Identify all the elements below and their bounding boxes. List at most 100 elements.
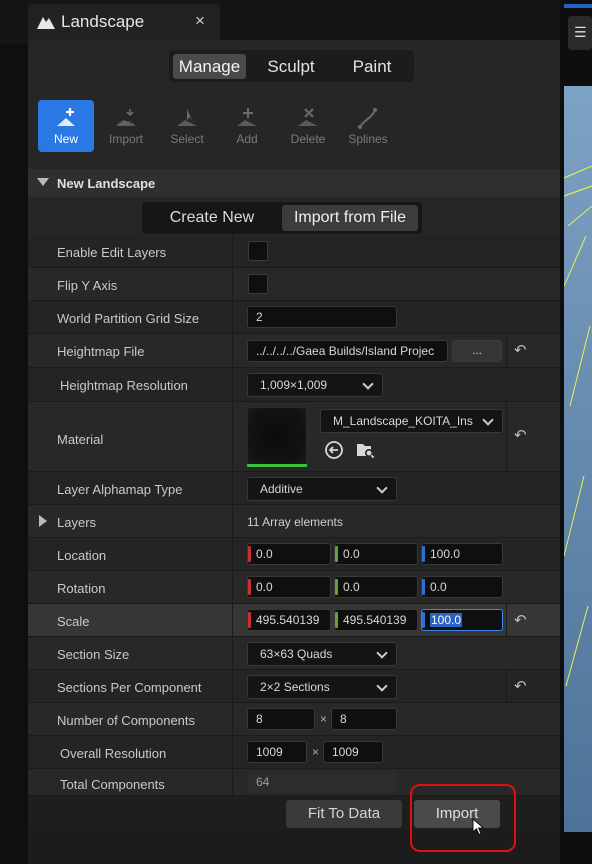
dropdown-value: 1,009×1,009 — [260, 378, 328, 392]
import-button[interactable]: Import — [414, 800, 500, 828]
rotation-z-value: 0.0 — [430, 580, 447, 594]
tool-select-button[interactable]: Select — [159, 100, 215, 152]
overall-resolution-y-input[interactable]: 1009 — [323, 741, 383, 763]
dropdown-value: Additive — [260, 482, 303, 496]
expand-arrow-icon[interactable] — [39, 515, 47, 527]
y-axis-marker — [335, 579, 338, 595]
tool-label: New — [53, 132, 78, 146]
location-x-input[interactable]: 0.0 — [247, 543, 331, 565]
import-from-file-button[interactable]: Import from File — [282, 205, 418, 231]
row-section-size: Section Size 63×63 Quads — [28, 637, 560, 670]
column-divider — [232, 368, 233, 401]
reset-to-default-icon[interactable]: ↶ — [514, 426, 527, 444]
property-label: Layers — [57, 515, 97, 530]
chevron-down-icon — [376, 680, 388, 692]
x-axis-marker — [248, 579, 251, 595]
property-label: Rotation — [57, 581, 106, 596]
viewport-menu-button[interactable]: ☰ — [568, 16, 592, 50]
new-landscape-section-header[interactable]: New Landscape — [28, 169, 560, 197]
column-divider — [232, 637, 233, 669]
x-axis-marker — [248, 612, 251, 628]
material-thumbnail[interactable] — [247, 407, 307, 465]
menu-icon: ☰ — [574, 24, 587, 40]
tool-delete-button[interactable]: Delete — [280, 100, 336, 152]
location-x-value: 0.0 — [256, 547, 273, 561]
browse-asset-icon[interactable] — [355, 440, 375, 460]
overall-resolution-x-input[interactable]: 1009 — [247, 741, 307, 763]
row-material: Material M_Landscape_KOITA_Ins ↶ — [28, 402, 560, 472]
mode-paint-button[interactable]: Paint — [335, 54, 409, 79]
row-number-of-components: Number of Components 8 × 8 — [28, 703, 560, 736]
components-y-input[interactable]: 8 — [331, 708, 397, 730]
z-axis-marker — [422, 579, 425, 595]
property-label: Flip Y Axis — [57, 278, 118, 293]
tab-title: Landscape — [61, 12, 145, 31]
flip-y-axis-checkbox[interactable] — [248, 274, 268, 294]
column-divider — [232, 571, 233, 603]
dropdown-value: M_Landscape_KOITA_Ins — [333, 414, 473, 428]
tool-add-button[interactable]: Add — [219, 100, 275, 152]
row-heightmap-file: Heightmap File ../../../../Gaea Builds/I… — [28, 334, 560, 368]
enable-edit-layers-checkbox[interactable] — [248, 241, 268, 261]
property-label: Layer Alphamap Type — [57, 482, 183, 497]
column-divider — [232, 505, 233, 537]
scale-z-input[interactable]: 100.0 — [421, 609, 503, 631]
mode-sculpt-button[interactable]: Sculpt — [252, 54, 330, 79]
rotation-z-input[interactable]: 0.0 — [421, 576, 503, 598]
scale-x-input[interactable]: 495.540139 — [247, 609, 331, 631]
use-selected-asset-icon[interactable] — [324, 440, 344, 460]
property-label: Section Size — [57, 647, 130, 662]
reset-to-default-icon[interactable]: ↶ — [514, 611, 527, 629]
tool-import-button[interactable]: Import — [98, 100, 154, 152]
sections-per-component-dropdown[interactable]: 2×2 Sections — [247, 675, 397, 699]
row-overall-resolution: Overall Resolution 1009 × 1009 — [28, 736, 560, 769]
heightmap-resolution-dropdown[interactable]: 1,009×1,009 — [247, 373, 383, 397]
reset-to-default-icon[interactable]: ↶ — [514, 677, 527, 695]
scale-y-input[interactable]: 495.540139 — [334, 609, 418, 631]
row-heightmap-resolution: Heightmap Resolution 1,009×1,009 — [28, 368, 560, 402]
tool-splines-button[interactable]: Splines — [340, 100, 396, 152]
scale-x-value: 495.540139 — [256, 613, 320, 627]
rotation-y-input[interactable]: 0.0 — [334, 576, 418, 598]
collapse-arrow-icon[interactable] — [37, 178, 49, 186]
scale-z-value: 100.0 — [430, 613, 463, 627]
tool-label: Add — [236, 132, 258, 146]
row-layers[interactable]: Layers 11 Array elements — [28, 505, 560, 538]
chevron-down-icon — [482, 414, 494, 426]
tab-strip: Landscape × — [0, 0, 560, 44]
material-dropdown[interactable]: M_Landscape_KOITA_Ins — [320, 409, 503, 433]
location-z-input[interactable]: 100.0 — [421, 543, 503, 565]
viewport-accent — [564, 4, 592, 8]
world-partition-grid-size-input[interactable]: 2 — [247, 306, 397, 328]
column-divider — [232, 236, 233, 267]
section-size-dropdown[interactable]: 63×63 Quads — [247, 642, 397, 666]
row-layer-alphamap-type: Layer Alphamap Type Additive — [28, 472, 560, 505]
mode-manage-button[interactable]: Manage — [173, 54, 246, 79]
location-y-value: 0.0 — [343, 547, 360, 561]
property-label: Heightmap Resolution — [60, 378, 188, 393]
delete-x-icon — [298, 108, 318, 126]
components-x-input[interactable]: 8 — [247, 708, 315, 730]
reset-to-default-icon[interactable]: ↶ — [514, 341, 527, 359]
browse-button[interactable]: ... — [452, 340, 502, 362]
heightmap-file-input[interactable]: ../../../../Gaea Builds/Island Projec — [247, 340, 448, 362]
times-separator: × — [312, 745, 320, 759]
viewport[interactable] — [564, 86, 592, 832]
property-label: Sections Per Component — [57, 680, 202, 695]
chevron-down-icon — [376, 647, 388, 659]
column-divider — [506, 402, 507, 471]
rotation-x-input[interactable]: 0.0 — [247, 576, 331, 598]
fit-to-data-button[interactable]: Fit To Data — [286, 800, 402, 828]
tool-new-button[interactable]: New — [38, 100, 94, 152]
location-y-input[interactable]: 0.0 — [334, 543, 418, 565]
column-divider — [232, 268, 233, 300]
dropdown-value: 63×63 Quads — [260, 647, 333, 661]
add-plus-icon — [237, 108, 257, 126]
layer-alphamap-type-dropdown[interactable]: Additive — [247, 477, 397, 501]
column-divider — [506, 334, 507, 367]
property-label: Material — [57, 432, 104, 447]
create-new-button[interactable]: Create New — [146, 205, 278, 231]
close-icon[interactable]: × — [195, 11, 205, 31]
landscape-tab[interactable]: Landscape × — [28, 4, 220, 40]
row-sections-per-component: Sections Per Component 2×2 Sections ↶ — [28, 670, 560, 703]
